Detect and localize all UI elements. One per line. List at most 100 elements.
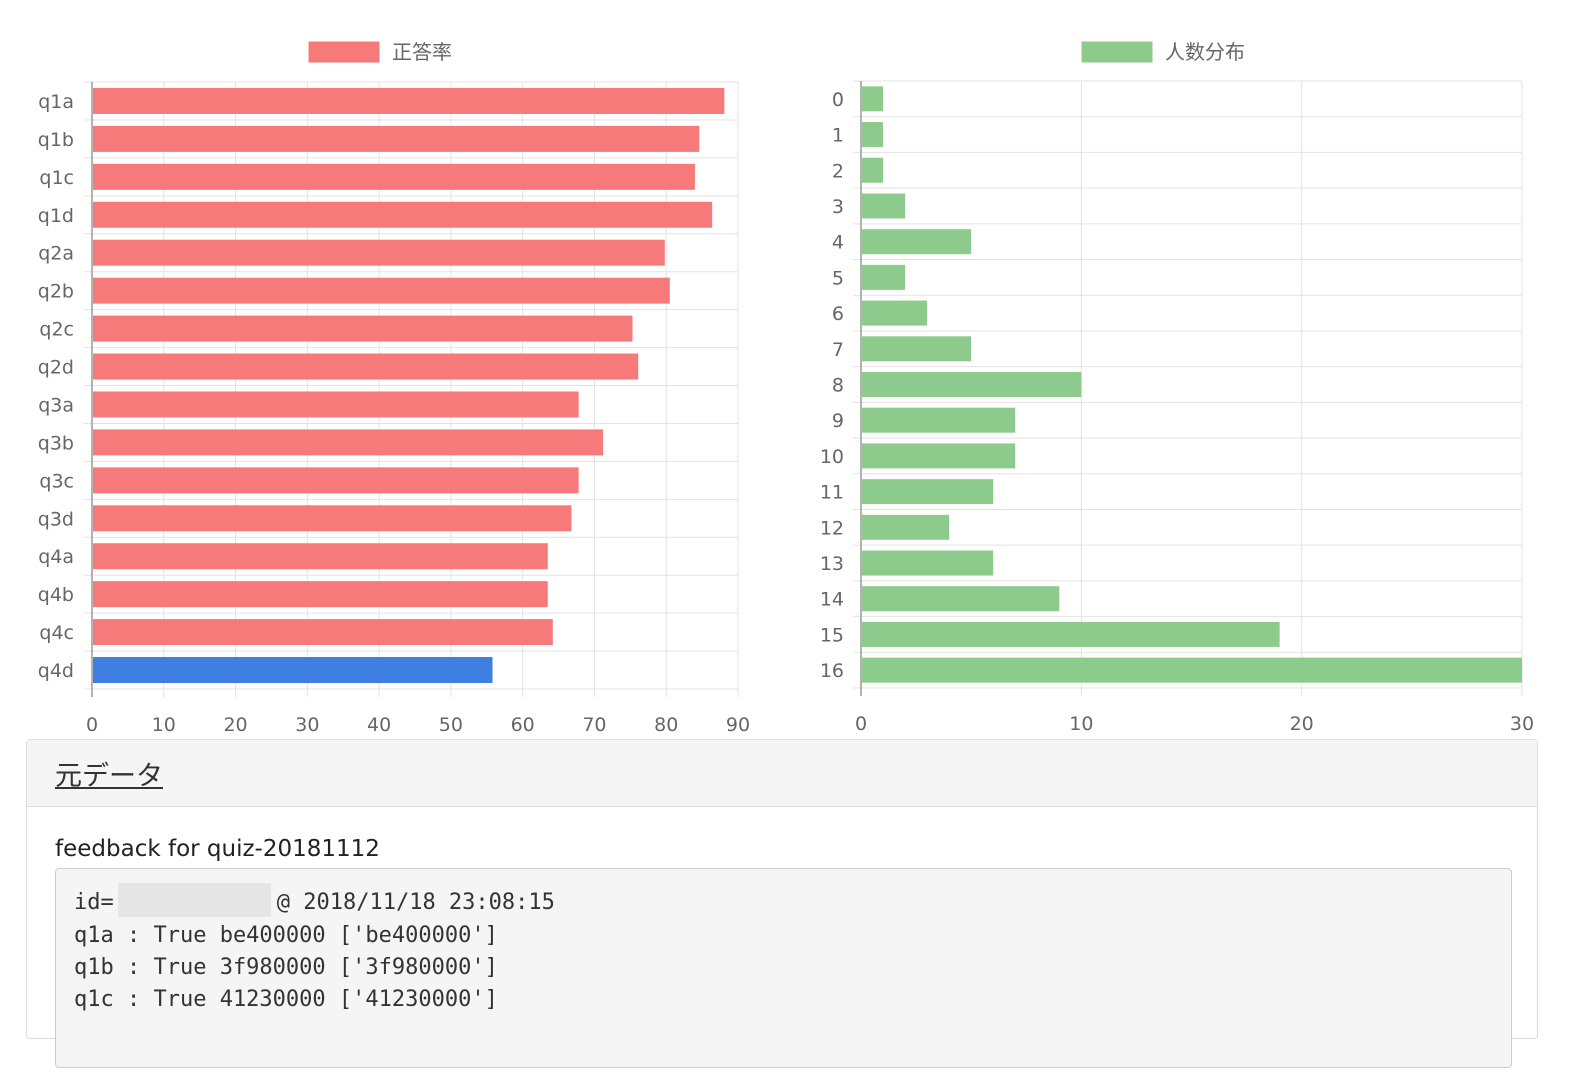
- bar[interactable]: [862, 657, 1522, 683]
- y-tick-label: 11: [820, 482, 844, 504]
- y-tick-label: 16: [820, 660, 844, 682]
- bar[interactable]: [93, 315, 633, 342]
- bar[interactable]: [93, 505, 572, 532]
- y-tick-label: 3: [832, 196, 844, 218]
- y-tick-label: q4a: [38, 546, 74, 568]
- bar[interactable]: [862, 157, 884, 183]
- y-tick-label: 6: [832, 303, 844, 325]
- bar[interactable]: [862, 372, 1082, 397]
- bar[interactable]: [862, 336, 972, 362]
- bar[interactable]: [862, 229, 972, 255]
- y-tick-label: 7: [832, 339, 844, 361]
- bar[interactable]: [862, 479, 994, 505]
- code-line: q1a : True be400000 ['be400000']: [74, 923, 498, 948]
- bar[interactable]: [93, 391, 579, 418]
- x-tick-label: 0: [855, 713, 867, 735]
- y-tick-label: q1d: [38, 205, 74, 227]
- accuracy-chart: q1a q1b q1c q1d q2a q2b q2c q2d q3a q3b q3c q3d q4a q…: [38, 40, 750, 736]
- legend[interactable]: 正答率: [307, 40, 452, 64]
- y-tick-label: 0: [832, 89, 844, 111]
- y-tick-label: 2: [832, 160, 844, 182]
- y-tick-label: q2b: [38, 281, 74, 303]
- legend-swatch: [1080, 40, 1154, 64]
- bar[interactable]: [93, 125, 700, 152]
- x-tick-label: 10: [152, 714, 176, 736]
- y-tick-label: 1: [832, 125, 844, 147]
- raw-data-code-block: id= @ 2018/11/18 23:08:15 q1a : True be400…: [55, 868, 1512, 1068]
- x-tick-label: 70: [582, 714, 606, 736]
- x-tick-label: 10: [1069, 713, 1093, 735]
- bar[interactable]: [93, 657, 493, 684]
- bar[interactable]: [862, 586, 1060, 612]
- legend-label: 人数分布: [1165, 40, 1245, 64]
- y-tick-label: q2d: [38, 357, 74, 379]
- x-tick-label: 40: [367, 714, 391, 736]
- x-tick-label: 80: [654, 714, 678, 736]
- x-tick-label: 30: [1510, 713, 1534, 735]
- bar[interactable]: [862, 621, 1280, 647]
- bar[interactable]: [93, 619, 553, 646]
- bar[interactable]: [93, 239, 665, 266]
- feedback-title: feedback for quiz-20181112: [55, 836, 380, 862]
- y-tick-label: q3c: [39, 470, 74, 492]
- legend[interactable]: 人数分布: [1080, 40, 1245, 64]
- bar[interactable]: [862, 86, 884, 112]
- bar[interactable]: [862, 193, 906, 219]
- bar[interactable]: [93, 467, 579, 494]
- bar[interactable]: [862, 300, 928, 326]
- panel-header: 元データ: [27, 740, 1537, 807]
- x-tick-label: 90: [726, 714, 750, 736]
- redacted-id: [117, 883, 271, 917]
- raw-data-panel: 元データ feedback for quiz-20181112 id= @ 201…: [26, 739, 1538, 1068]
- bar[interactable]: [862, 443, 1016, 469]
- bar[interactable]: [93, 353, 639, 380]
- x-tick-label: 20: [1290, 713, 1314, 735]
- y-tick-label: 8: [832, 375, 844, 397]
- y-tick-label: 10: [820, 446, 844, 468]
- y-tick-label: q1c: [39, 167, 74, 189]
- bar[interactable]: [93, 201, 713, 228]
- y-tick-label: 5: [832, 267, 844, 289]
- distribution-chart: 0123456789101112131415160 10 20 30人数分布: [820, 40, 1534, 735]
- legend-label: 正答率: [392, 40, 452, 64]
- y-tick-label: q3b: [38, 432, 74, 454]
- bar[interactable]: [93, 429, 604, 456]
- bar[interactable]: [862, 407, 1016, 433]
- y-tick-label: q4c: [39, 622, 74, 644]
- bar[interactable]: [93, 543, 548, 570]
- x-tick-label: 20: [223, 714, 247, 736]
- y-tick-label: q4d: [38, 660, 74, 682]
- panel-title-link[interactable]: 元データ: [55, 754, 163, 793]
- id-timestamp: @ 2018/11/18 23:08:15: [276, 890, 555, 915]
- y-tick-label: 13: [820, 553, 844, 575]
- y-tick-label: 14: [820, 589, 844, 611]
- y-tick-label: q2a: [38, 243, 74, 265]
- bar[interactable]: [93, 87, 725, 114]
- y-tick-label: q1b: [38, 129, 74, 151]
- bar[interactable]: [93, 277, 670, 304]
- y-tick-label: 15: [820, 624, 844, 646]
- bar[interactable]: [862, 514, 950, 540]
- y-tick-label: q2c: [39, 319, 74, 341]
- x-tick-label: 60: [511, 714, 535, 736]
- x-tick-label: 0: [86, 714, 98, 736]
- y-tick-label: q1a: [38, 91, 74, 113]
- bar[interactable]: [862, 550, 994, 576]
- id-line: id= @ 2018/11/18 23:08:15: [74, 883, 1493, 920]
- y-tick-label: 9: [832, 410, 844, 432]
- bar[interactable]: [93, 163, 695, 190]
- x-tick-label: 30: [295, 714, 319, 736]
- bar[interactable]: [862, 264, 906, 290]
- code-line: q1b : True 3f980000 ['3f980000']: [74, 955, 498, 980]
- bar[interactable]: [862, 122, 884, 148]
- y-tick-label: 12: [820, 517, 844, 539]
- y-tick-label: q3a: [38, 394, 74, 416]
- id-prefix: id=: [74, 890, 114, 915]
- legend-swatch: [307, 40, 381, 64]
- y-tick-label: q4b: [38, 584, 74, 606]
- y-tick-label: q3d: [38, 508, 74, 530]
- bar[interactable]: [93, 581, 548, 608]
- code-line: q1c : True 41230000 ['41230000']: [74, 987, 498, 1012]
- y-tick-label: 4: [832, 232, 844, 254]
- x-tick-label: 50: [439, 714, 463, 736]
